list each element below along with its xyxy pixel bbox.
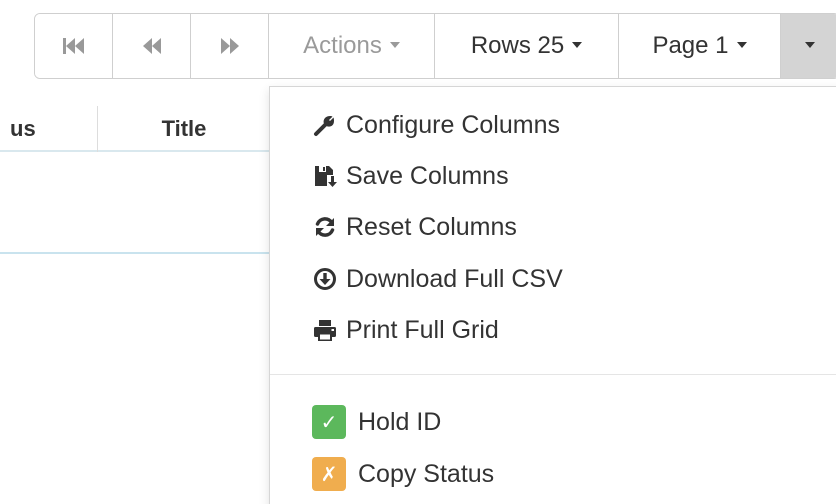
column-header-title[interactable]: Title	[98, 116, 270, 142]
download-icon	[310, 264, 340, 294]
column-toggle-label: Hold ID	[358, 407, 442, 436]
more-options-menu: Configure Columns Save Columns Reset Col…	[269, 86, 836, 504]
next-page-icon	[220, 37, 240, 55]
menu-item-label: Configure Columns	[346, 110, 560, 139]
print-icon	[310, 315, 340, 345]
save-icon	[310, 161, 340, 191]
grid-toolbar: Actions Rows 25 Page 1	[34, 13, 836, 79]
column-toggle-hold-id[interactable]: ✓ Hold ID	[312, 402, 441, 442]
page-label: Page 1	[652, 32, 729, 59]
rows-per-page-dropdown[interactable]: Rows 25	[435, 14, 619, 78]
actions-dropdown[interactable]: Actions	[269, 14, 435, 78]
menu-item-configure-columns[interactable]: Configure Columns	[310, 105, 560, 145]
more-options-button[interactable]	[781, 14, 836, 78]
wrench-icon	[310, 110, 340, 140]
menu-item-label: Reset Columns	[346, 212, 517, 241]
chevron-down-icon	[736, 42, 747, 48]
actions-label: Actions	[303, 32, 382, 59]
first-page-button[interactable]	[35, 14, 113, 78]
menu-item-label: Save Columns	[346, 161, 509, 190]
first-page-icon	[62, 37, 85, 55]
page-dropdown[interactable]: Page 1	[619, 14, 781, 78]
menu-item-label: Download Full CSV	[346, 264, 563, 293]
grid-header-row: us Title	[0, 106, 270, 152]
next-page-button[interactable]	[191, 14, 269, 78]
chevron-down-icon	[389, 42, 400, 48]
menu-item-print-full-grid[interactable]: Print Full Grid	[310, 310, 499, 350]
chevron-down-icon	[572, 42, 583, 48]
column-toggle-copy-status[interactable]: ✗ Copy Status	[312, 454, 494, 494]
column-header-status[interactable]: us	[10, 116, 36, 142]
grid-body	[0, 152, 270, 254]
menu-item-reset-columns[interactable]: Reset Columns	[310, 207, 517, 247]
checked-checkbox-icon[interactable]: ✓	[312, 405, 346, 439]
grid-screen: Actions Rows 25 Page 1 us Title Configur…	[0, 0, 836, 504]
data-grid: us Title	[0, 106, 270, 256]
unchecked-checkbox-icon[interactable]: ✗	[312, 457, 346, 491]
caret-down-icon	[805, 42, 815, 48]
column-toggle-label: Copy Status	[358, 459, 495, 488]
previous-page-button[interactable]	[113, 14, 191, 78]
menu-divider	[270, 374, 836, 375]
previous-page-icon	[142, 37, 162, 55]
rows-label: Rows 25	[470, 32, 565, 59]
menu-item-label: Print Full Grid	[346, 315, 499, 344]
menu-item-download-full-csv[interactable]: Download Full CSV	[310, 259, 563, 299]
menu-item-save-columns[interactable]: Save Columns	[310, 156, 509, 196]
refresh-icon	[310, 212, 340, 242]
